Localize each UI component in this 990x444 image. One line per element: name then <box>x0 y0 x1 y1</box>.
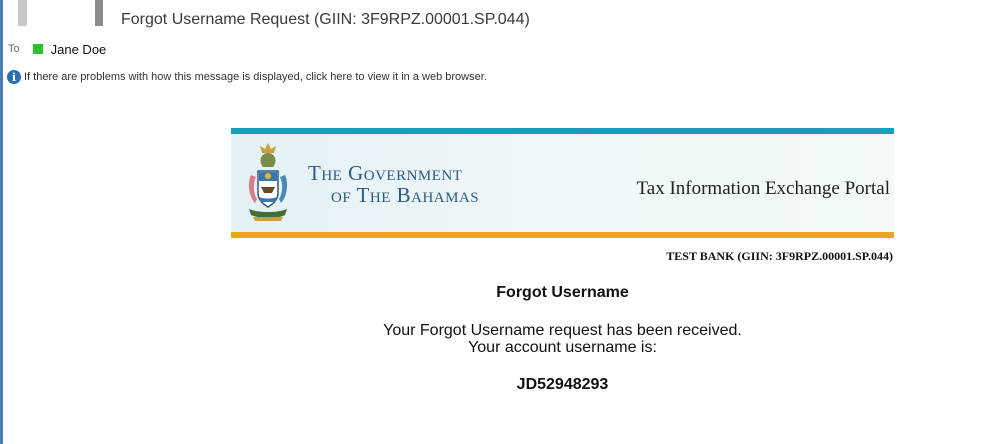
bank-identifier: TEST BANK (GIIN: 3F9RPZ.00001.SP.044) <box>666 249 893 263</box>
window-left-border <box>0 0 3 444</box>
toolbar-decoration-light <box>18 0 27 26</box>
email-heading: Forgot Username <box>496 284 629 301</box>
portal-title: Tax Information Exchange Portal <box>636 178 890 199</box>
government-title-line2: of The Bahamas <box>331 183 480 207</box>
username-value: JD52948293 <box>516 376 609 393</box>
email-message: Your Forgot Username request has been re… <box>231 322 894 356</box>
recipient-row: To Jane Doe <box>8 41 106 57</box>
government-title: The Government of The Bahamas <box>308 162 479 206</box>
presence-status-icon <box>32 44 43 54</box>
info-icon: i <box>7 70 21 84</box>
infobar-text[interactable]: If there are problems with how this mess… <box>24 71 487 83</box>
message-line-2: Your account username is: <box>468 339 657 356</box>
header-banner: The Government of The Bahamas Tax Inform… <box>231 134 894 232</box>
to-label: To <box>8 43 20 55</box>
banner-bottom-stripe <box>231 232 894 238</box>
display-problem-infobar[interactable]: i If there are problems with how this me… <box>7 70 487 84</box>
message-line-1: Your Forgot Username request has been re… <box>383 322 742 339</box>
message-subject: Forgot Username Request (GIIN: 3F9RPZ.00… <box>121 11 530 28</box>
recipient-name[interactable]: Jane Doe <box>51 42 107 57</box>
email-body: The Government of The Bahamas Tax Inform… <box>231 128 894 394</box>
toolbar-decoration-dark <box>95 0 103 26</box>
government-title-line1: The Government <box>308 161 463 185</box>
coat-of-arms-icon <box>248 143 288 221</box>
